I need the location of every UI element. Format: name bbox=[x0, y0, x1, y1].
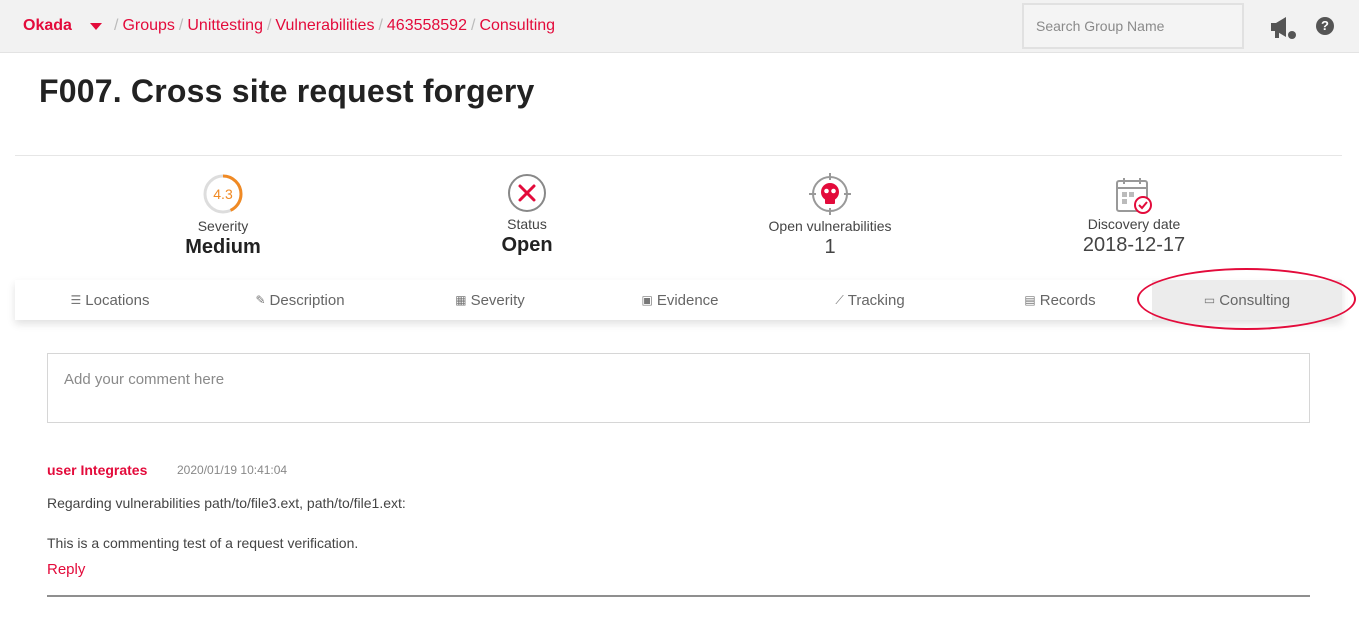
breadcrumb-consulting[interactable]: Consulting bbox=[479, 17, 555, 35]
severity-indicator: 4.3 Severity Medium bbox=[123, 172, 323, 259]
breadcrumb-group[interactable]: Unittesting bbox=[187, 17, 263, 35]
tab-label: Consulting bbox=[1219, 291, 1291, 309]
tab-label: Severity bbox=[470, 291, 525, 309]
breadcrumb-separator: / bbox=[470, 17, 476, 34]
calendar-check-icon bbox=[1116, 178, 1152, 214]
comment-author: user Integrates bbox=[47, 462, 148, 478]
breadcrumb-separator: / bbox=[178, 17, 184, 34]
status-label: Status bbox=[507, 216, 547, 232]
breadcrumb-vulnerabilities[interactable]: Vulnerabilities bbox=[275, 17, 374, 35]
open-vulnerabilities-value: 1 bbox=[824, 236, 836, 258]
megaphone-icon[interactable] bbox=[1268, 15, 1300, 41]
book-icon: ▤ bbox=[1024, 293, 1036, 307]
skull-target-icon bbox=[809, 173, 851, 215]
tab-locations[interactable]: ☰ Locations bbox=[15, 280, 205, 320]
comment-text: Regarding vulnerabilities path/to/file3.… bbox=[47, 495, 406, 511]
search-group-input[interactable] bbox=[1022, 3, 1244, 49]
breadcrumb-finding-id[interactable]: 463558592 bbox=[387, 17, 467, 35]
chevron-down-icon[interactable] bbox=[89, 16, 103, 36]
tab-tracking[interactable]: ⟋ Tracking bbox=[775, 280, 965, 320]
tab-severity[interactable]: ▦ Severity bbox=[395, 280, 585, 320]
tab-description[interactable]: ✎ Description bbox=[205, 280, 395, 320]
severity-gauge-icon: 4.3 bbox=[203, 174, 243, 214]
tab-evidence[interactable]: ▣ Evidence bbox=[585, 280, 775, 320]
divider bbox=[15, 155, 1342, 156]
chart-line-icon: ⟋ bbox=[835, 292, 844, 307]
top-navbar: Okada / Groups / Unittesting / Vulnerabi… bbox=[0, 0, 1359, 53]
comment-input[interactable] bbox=[47, 353, 1310, 423]
status-value: Open bbox=[501, 234, 553, 256]
tab-label: Description bbox=[269, 291, 345, 309]
tab-label: Evidence bbox=[656, 291, 719, 309]
tab-consulting[interactable]: ▭ Consulting bbox=[1152, 280, 1342, 320]
close-circle-icon bbox=[508, 174, 546, 212]
edit-icon: ✎ bbox=[255, 293, 266, 307]
severity-label: Severity bbox=[197, 218, 249, 234]
calculator-icon: ▦ bbox=[455, 293, 467, 307]
image-icon: ▣ bbox=[641, 293, 653, 307]
open-vulnerabilities-indicator: Open vulnerabilities 1 bbox=[730, 172, 930, 259]
page-title: F007. Cross site request forgery bbox=[39, 73, 535, 109]
status-indicator: Status Open bbox=[427, 172, 627, 257]
breadcrumb-separator: / bbox=[378, 17, 383, 34]
discovery-date-label: Discovery date bbox=[1087, 216, 1181, 232]
discovery-date-indicator: Discovery date 2018-12-17 bbox=[1034, 176, 1234, 257]
comment-timestamp: 2020/01/19 10:41:04 bbox=[177, 463, 288, 477]
comment-icon: ▭ bbox=[1203, 293, 1216, 307]
breadcrumb-separator: / bbox=[266, 17, 272, 34]
breadcrumb-separator: / bbox=[114, 17, 119, 34]
open-vulnerabilities-label: Open vulnerabilities bbox=[768, 218, 892, 234]
divider bbox=[47, 595, 1310, 597]
discovery-date-value: 2018-12-17 bbox=[1082, 234, 1186, 256]
severity-score: 4.3 bbox=[213, 186, 233, 202]
breadcrumb: / Groups / Unittesting / Vulnerabilities… bbox=[110, 17, 555, 35]
severity-value: Medium bbox=[185, 236, 261, 258]
organization-name[interactable]: Okada bbox=[23, 17, 72, 35]
list-icon: ☰ bbox=[70, 293, 82, 307]
comment-text: This is a commenting test of a request v… bbox=[47, 535, 359, 551]
tab-label: Records bbox=[1039, 291, 1096, 309]
finding-tabs: ☰ Locations ✎ Description ▦ Severity ▣ E… bbox=[15, 280, 1342, 320]
reply-link[interactable]: Reply bbox=[47, 561, 85, 578]
tab-label: Tracking bbox=[847, 291, 905, 309]
tab-label: Locations bbox=[85, 291, 150, 309]
tab-records[interactable]: ▤ Records bbox=[965, 280, 1155, 320]
breadcrumb-groups[interactable]: Groups bbox=[122, 17, 174, 35]
help-icon[interactable]: ? bbox=[1316, 17, 1334, 35]
